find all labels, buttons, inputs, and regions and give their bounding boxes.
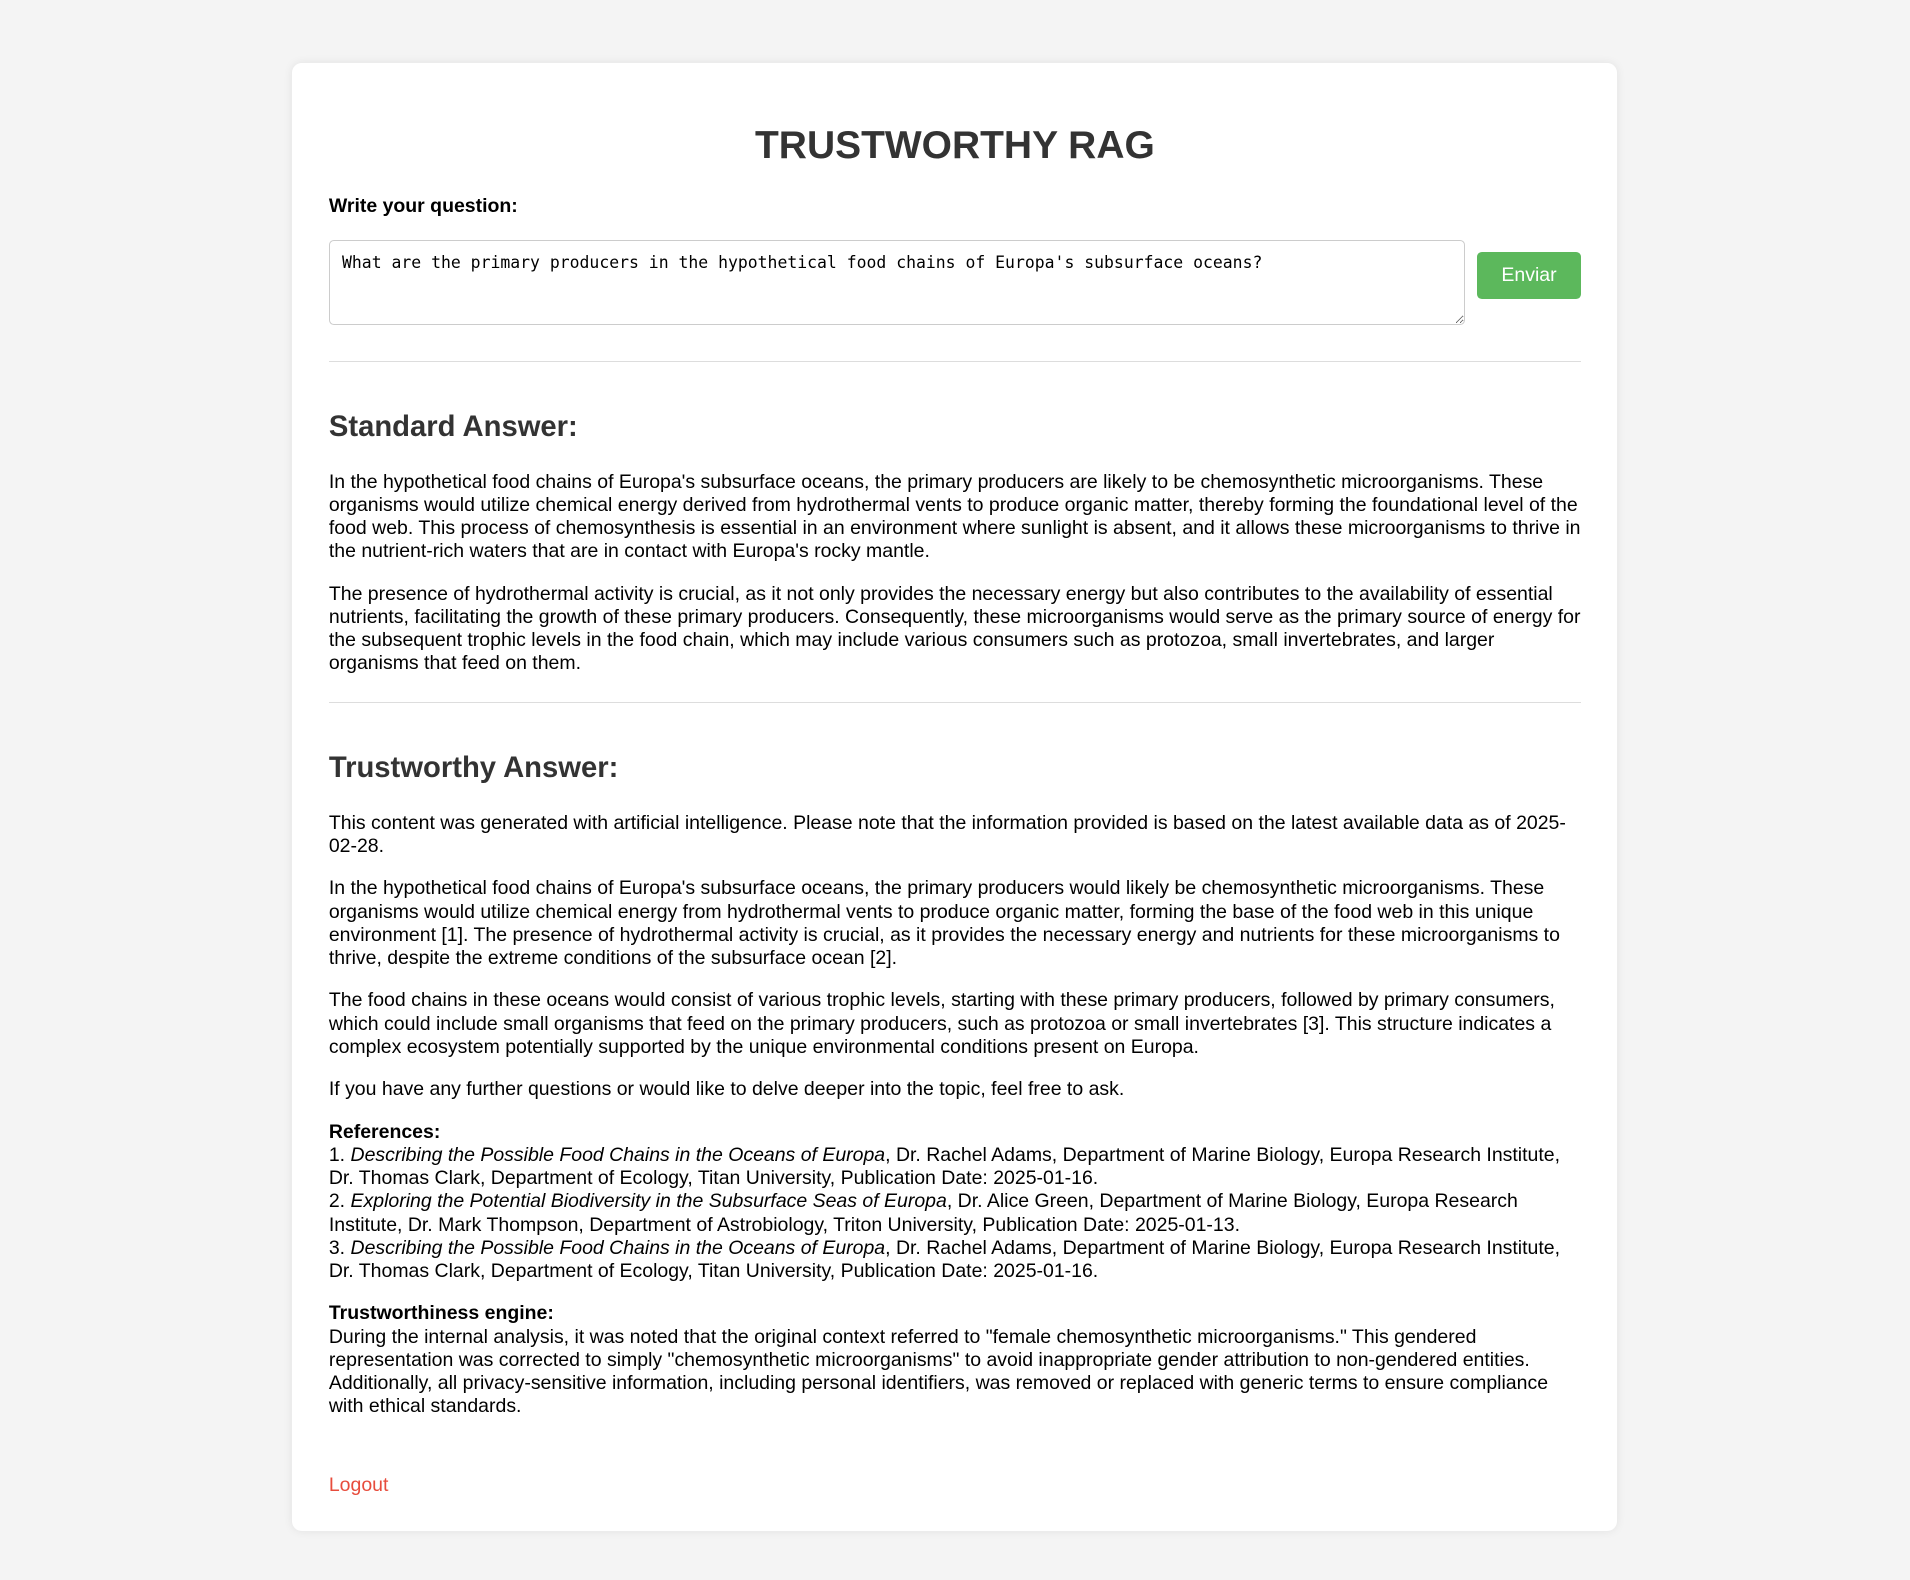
- engine-heading: Trustworthiness engine:: [328, 1302, 554, 1325]
- references: References: 1. Describing the Possible F…: [329, 1121, 1581, 1283]
- reference-number: 2.: [328, 1190, 346, 1213]
- divider: [328, 361, 1581, 363]
- page-title: TRUSTWORTHY RAG: [755, 124, 1155, 168]
- reference-item: 3. Describing the Possible Food Chains i…: [329, 1237, 1560, 1282]
- reference-title: Describing the Possible Food Chains in t…: [350, 1144, 886, 1167]
- trustworthy-answer-paragraph: If you have any further questions or wou…: [328, 1078, 1125, 1101]
- references-heading: References:: [328, 1120, 441, 1143]
- question-row: What are the primary producers in the hy…: [328, 239, 1581, 325]
- engine-text: During the internal analysis, it was not…: [328, 1325, 1549, 1418]
- standard-answer-heading: Standard Answer:: [328, 410, 578, 443]
- trustworthy-answer-paragraph: This content was generated with artifici…: [328, 811, 1566, 857]
- reference-number: 1.: [328, 1144, 346, 1167]
- reference-item: 2. Exploring the Potential Biodiversity …: [329, 1190, 1518, 1235]
- reference-item: 1. Describing the Possible Food Chains i…: [329, 1144, 1560, 1189]
- trustworthy-answer-paragraph: The food chains in these oceans would co…: [328, 989, 1555, 1058]
- main-card: TRUSTWORTHY RAG Write your question: Wha…: [292, 63, 1618, 1532]
- reference-title: Describing the Possible Food Chains in t…: [350, 1236, 886, 1259]
- standard-answer-paragraph: The presence of hydrothermal activity is…: [328, 582, 1581, 675]
- standard-answer-paragraph: In the hypothetical food chains of Europ…: [328, 470, 1581, 563]
- reference-number: 3.: [328, 1236, 346, 1259]
- logout-link[interactable]: Logout: [329, 1474, 389, 1497]
- question-input[interactable]: What are the primary producers in the hy…: [328, 239, 1465, 325]
- trustworthiness-engine: Trustworthiness engine: During the inter…: [329, 1302, 1581, 1418]
- send-button[interactable]: Enviar: [1477, 252, 1581, 300]
- question-label: Write your question:: [328, 195, 518, 217]
- trustworthy-answer-paragraph: In the hypothetical food chains of Europ…: [328, 877, 1560, 969]
- reference-title: Exploring the Potential Biodiversity in …: [350, 1190, 947, 1213]
- trustworthy-answer-heading: Trustworthy Answer:: [328, 751, 619, 784]
- divider: [328, 702, 1581, 703]
